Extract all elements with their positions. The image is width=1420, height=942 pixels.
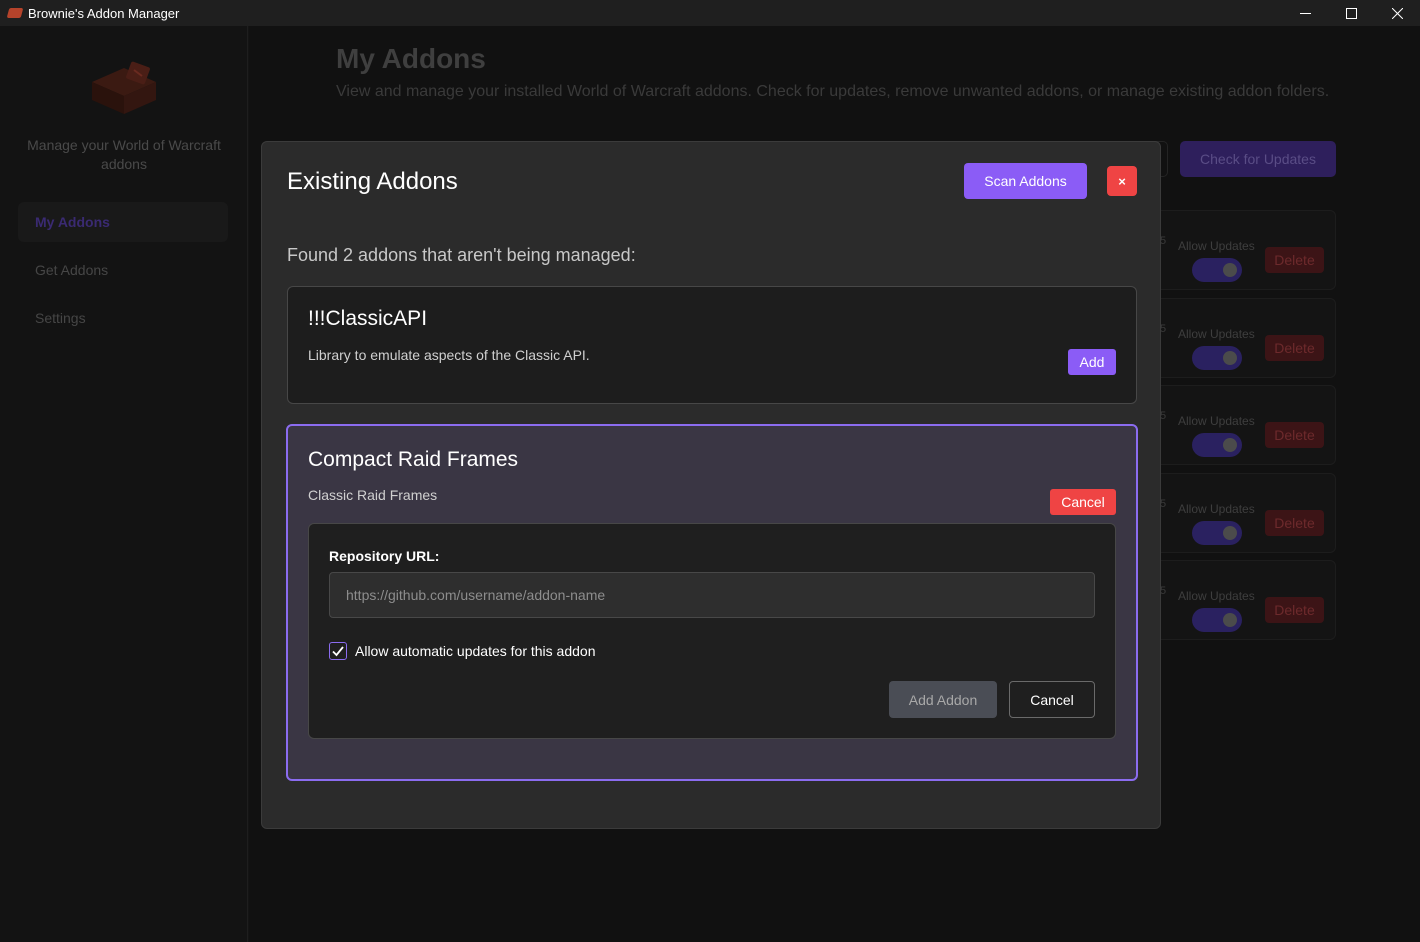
addon-name: !!!ClassicAPI [308,307,428,330]
toggle-knob [1223,351,1237,365]
close-icon: × [1118,173,1126,189]
repository-url-input[interactable] [329,572,1095,618]
allow-updates-label: Allow Updates [1178,414,1255,428]
cancel-button[interactable]: Cancel [1050,489,1116,515]
sidebar-item-label: Settings [35,310,86,326]
addon-description: Library to emulate aspects of the Classi… [308,347,590,363]
found-addons-text: Found 2 addons that aren't being managed… [287,245,636,265]
page-title: My Addons [336,43,486,74]
sidebar-item-label: Get Addons [35,262,109,278]
modal-title: Existing Addons [287,168,458,195]
sidebar-tagline: Manage your World of Warcraft addons [27,137,221,172]
repository-url-label: Repository URL: [329,548,440,564]
toggle-knob [1223,613,1237,627]
auto-update-row: Allow automatic updates for this addon [329,642,595,660]
window-title: Brownie's Addon Manager [28,5,180,21]
delete-button[interactable]: Delete [1265,597,1324,623]
modal-close-button[interactable]: × [1107,166,1137,196]
sidebar-item-get-addons[interactable]: Get Addons [18,250,228,290]
delete-button[interactable]: Delete [1265,422,1324,448]
allow-updates-label: Allow Updates [1178,502,1255,516]
addon-name: Compact Raid Frames [308,448,519,471]
check-icon [332,646,344,657]
allow-updates-toggle[interactable] [1192,258,1242,282]
app-logo [88,56,160,116]
page-subtitle: View and manage your installed World of … [336,83,1330,100]
sidebar-item-my-addons[interactable]: My Addons [18,202,228,242]
app-icon [6,8,24,18]
addon-card: !!!ClassicAPI Library to emulate aspects… [287,286,1137,404]
add-button[interactable]: Add [1068,349,1116,375]
sidebar-item-label: My Addons [35,214,110,230]
scan-addons-button[interactable]: Scan Addons [964,163,1087,199]
allow-updates-label: Allow Updates [1178,239,1255,253]
addon-card-expanded: Compact Raid Frames Classic Raid Frames … [286,424,1138,781]
minimize-icon[interactable] [1282,0,1328,26]
sidebar-item-settings[interactable]: Settings [18,298,228,338]
check-updates-button[interactable]: Check for Updates [1180,141,1336,177]
sidebar: Manage your World of Warcraft addons My … [0,26,248,942]
maximize-icon[interactable] [1328,0,1374,26]
toggle-knob [1223,438,1237,452]
close-icon[interactable] [1374,0,1420,26]
title-bar: Brownie's Addon Manager [0,0,1420,26]
window-controls [1282,0,1420,26]
auto-update-label: Allow automatic updates for this addon [355,643,596,659]
auto-update-checkbox[interactable] [329,642,347,660]
allow-updates-toggle[interactable] [1192,433,1242,457]
add-addon-button[interactable]: Add Addon [889,681,997,718]
allow-updates-label: Allow Updates [1178,589,1255,603]
form-cancel-button[interactable]: Cancel [1009,681,1095,718]
existing-addons-modal: Existing Addons Scan Addons × Found 2 ad… [261,141,1161,829]
allow-updates-toggle[interactable] [1192,346,1242,370]
add-addon-form: Repository URL: Allow automatic updates … [308,523,1116,739]
allow-updates-toggle[interactable] [1192,521,1242,545]
addon-description: Classic Raid Frames [308,487,438,503]
allow-updates-toggle[interactable] [1192,608,1242,632]
sidebar-nav: My Addons Get Addons Settings [18,202,228,346]
toggle-knob [1223,526,1237,540]
delete-button[interactable]: Delete [1265,510,1324,536]
delete-button[interactable]: Delete [1265,247,1324,273]
allow-updates-label: Allow Updates [1178,327,1255,341]
delete-button[interactable]: Delete [1265,335,1324,361]
toggle-knob [1223,263,1237,277]
